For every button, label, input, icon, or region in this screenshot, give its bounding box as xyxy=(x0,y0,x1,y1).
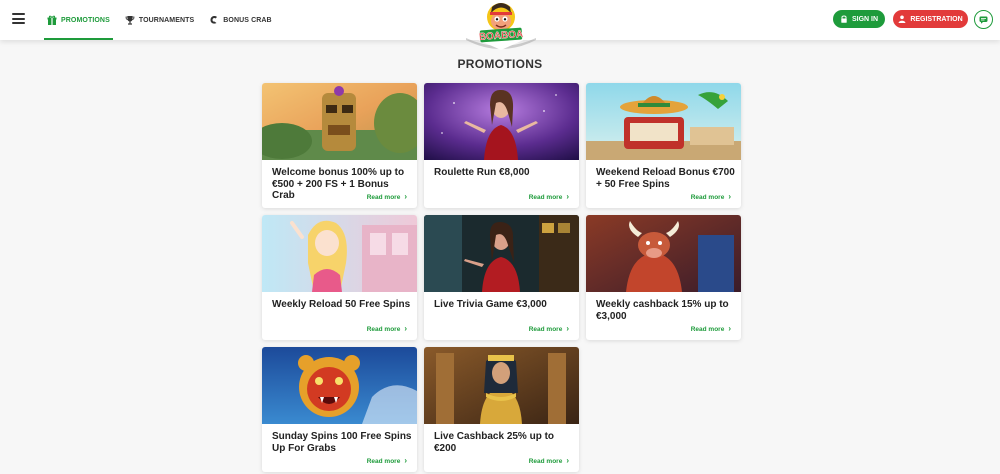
read-more-label: Read more xyxy=(366,325,401,333)
lock-icon xyxy=(841,15,847,23)
read-more-link[interactable]: Read more › xyxy=(529,325,569,333)
read-more-label: Read more xyxy=(690,193,725,201)
promo-title: Weekend Reload Bonus €700 + 50 Free Spin… xyxy=(596,167,735,190)
read-more-label: Read more xyxy=(366,457,401,465)
nav-label: BONUS CRAB xyxy=(223,16,272,24)
promo-title: Roulette Run €8,000 xyxy=(434,167,530,178)
promo-card-roulette-run[interactable]: Roulette Run €8,000 Read more › xyxy=(424,83,579,208)
page-title: PROMOTIONS xyxy=(457,57,543,71)
read-more-link[interactable]: Read more › xyxy=(367,457,407,465)
read-more-label: Read more xyxy=(366,193,401,201)
read-more-link[interactable]: Read more › xyxy=(529,457,569,465)
user-icon xyxy=(898,15,906,23)
read-more-label: Read more xyxy=(690,325,725,333)
promo-image-anime-girl xyxy=(262,215,417,292)
promo-title: Live Trivia Game €3,000 xyxy=(434,299,547,310)
nav-label: PROMOTIONS xyxy=(61,16,110,24)
promo-card-weekly-cashback[interactable]: Weekly cashback 15% up to €3,000 Read mo… xyxy=(586,215,741,340)
chevron-right-icon: › xyxy=(404,324,407,333)
registration-label: REGISTRATION xyxy=(910,15,963,23)
chevron-right-icon: › xyxy=(566,192,569,201)
boaboa-logo[interactable]: BOABOA xyxy=(466,0,536,52)
chevron-right-icon: › xyxy=(728,192,731,201)
promo-image-trivia-host xyxy=(424,215,579,292)
menu-icon[interactable] xyxy=(12,13,25,24)
nav-item-tournaments[interactable]: TOURNAMENTS xyxy=(122,0,197,40)
promo-card-sunday-spins[interactable]: Sunday Spins 100 Free Spins Up For Grabs… xyxy=(262,347,417,472)
read-more-link[interactable]: Read more › xyxy=(367,193,407,201)
gift-icon xyxy=(47,15,57,25)
chevron-right-icon: › xyxy=(566,324,569,333)
read-more-link[interactable]: Read more › xyxy=(529,193,569,201)
sign-in-button[interactable]: SIGN IN xyxy=(833,10,885,28)
promo-image-slot-sombrero xyxy=(586,83,741,160)
promo-image-bull xyxy=(586,215,741,292)
read-more-link[interactable]: Read more › xyxy=(691,193,731,201)
chevron-right-icon: › xyxy=(404,456,407,465)
read-more-link[interactable]: Read more › xyxy=(691,325,731,333)
read-more-label: Read more xyxy=(528,193,563,201)
read-more-label: Read more xyxy=(528,325,563,333)
crab-claw-icon xyxy=(210,16,218,24)
promo-title: Weekly Reload 50 Free Spins xyxy=(272,299,411,310)
promo-card-live-cashback[interactable]: Live Cashback 25% up to €200 Read more › xyxy=(424,347,579,472)
trophy-icon xyxy=(125,16,135,25)
promo-image-cleopatra xyxy=(424,347,579,424)
chat-icon xyxy=(979,16,988,24)
chevron-right-icon: › xyxy=(566,456,569,465)
promo-card-live-trivia[interactable]: Live Trivia Game €3,000 Read more › xyxy=(424,215,579,340)
promo-card-weekend-reload[interactable]: Weekend Reload Bonus €700 + 50 Free Spin… xyxy=(586,83,741,208)
nav-item-promotions[interactable]: PROMOTIONS xyxy=(44,0,113,40)
promo-title: Sunday Spins 100 Free Spins Up For Grabs xyxy=(272,431,412,454)
chevron-right-icon: › xyxy=(404,192,407,201)
chevron-right-icon: › xyxy=(728,324,731,333)
promo-title: Live Cashback 25% up to €200 xyxy=(434,431,555,454)
promo-card-welcome-bonus[interactable]: Welcome bonus 100% up to €500 + 200 FS +… xyxy=(262,83,417,208)
nav-item-bonus-crab[interactable]: BONUS CRAB xyxy=(206,0,274,40)
read-more-label: Read more xyxy=(528,457,563,465)
sign-in-label: SIGN IN xyxy=(851,15,879,23)
promo-image-tiki-mask xyxy=(262,83,417,160)
promo-image-tiger-head xyxy=(262,347,417,424)
promo-image-roulette-host xyxy=(424,83,579,160)
promo-title: Weekly cashback 15% up to €3,000 xyxy=(596,299,729,322)
registration-button[interactable]: REGISTRATION xyxy=(893,10,968,28)
read-more-link[interactable]: Read more › xyxy=(367,325,407,333)
promo-card-weekly-reload[interactable]: Weekly Reload 50 Free Spins Read more › xyxy=(262,215,417,340)
main-nav: PROMOTIONS TOURNAMENTS BONUS CRAB xyxy=(44,0,284,40)
nav-label: TOURNAMENTS xyxy=(138,16,195,24)
chat-button[interactable] xyxy=(974,10,993,29)
